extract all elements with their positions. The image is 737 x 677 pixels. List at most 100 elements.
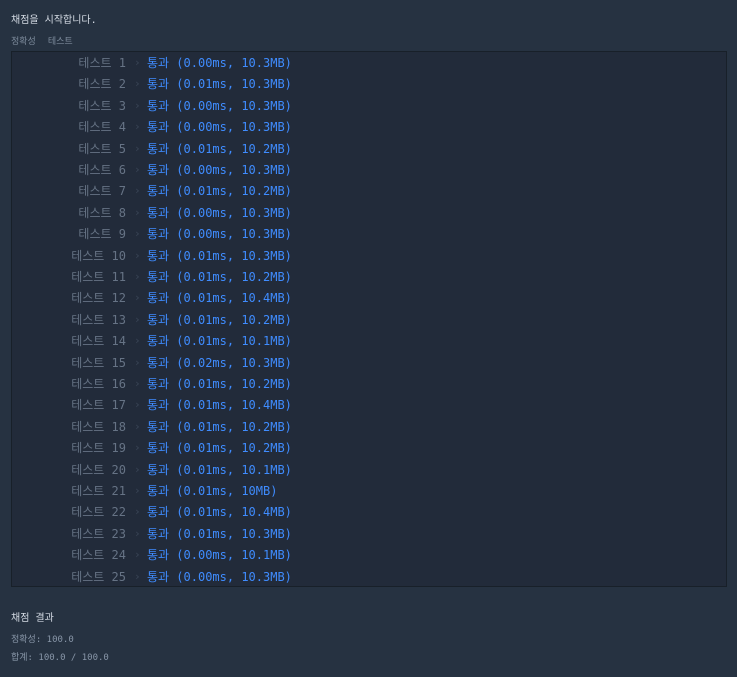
test-result-status: 통과 (0.01ms, 10.2MB): [147, 141, 292, 156]
chevron-right-icon: ›: [134, 505, 141, 519]
test-result-row: 테스트 16 › 통과 (0.01ms, 10.2MB): [12, 374, 726, 394]
test-label: 테스트 9: [78, 227, 126, 242]
chevron-right-icon: ›: [134, 227, 141, 241]
chevron-right-icon: ›: [134, 398, 141, 412]
test-result-row: 테스트 24 › 통과 (0.00ms, 10.1MB): [12, 545, 726, 565]
test-result-status: 통과 (0.01ms, 10.4MB): [147, 291, 292, 306]
test-result-status: 통과 (0.01ms, 10.2MB): [147, 184, 292, 199]
test-result-status: 통과 (0.00ms, 10.3MB): [147, 205, 292, 220]
chevron-right-icon: ›: [134, 355, 141, 369]
test-result-row: 테스트 23 › 통과 (0.01ms, 10.3MB): [12, 524, 726, 544]
test-result-row: 테스트 22 › 통과 (0.01ms, 10.4MB): [12, 502, 726, 522]
test-label: 테스트 8: [78, 205, 126, 220]
test-label: 테스트 12: [71, 291, 126, 306]
test-result-row: 테스트 5 › 통과 (0.01ms, 10.2MB): [12, 139, 726, 159]
test-label: 테스트 6: [78, 163, 126, 177]
chevron-right-icon: ›: [134, 56, 141, 69]
test-label: 테스트 17: [71, 398, 126, 413]
chevron-right-icon: ›: [134, 462, 141, 476]
test-result-row: 테스트 18 › 통과 (0.01ms, 10.2MB): [12, 417, 726, 437]
test-result-row: 테스트 10 › 통과 (0.01ms, 10.3MB): [12, 246, 726, 266]
test-label: 테스트 25: [71, 569, 126, 584]
chevron-right-icon: ›: [134, 77, 141, 91]
chevron-right-icon: ›: [134, 184, 141, 198]
test-result-status: 통과 (0.02ms, 10.3MB): [147, 355, 292, 370]
chevron-right-icon: ›: [134, 377, 141, 390]
test-result-row: 테스트 8 › 통과 (0.00ms, 10.3MB): [12, 203, 726, 223]
test-results-panel[interactable]: 테스트 1 › 통과 (0.00ms, 10.3MB) 테스트 2 › 통과 (0.01m…: [11, 51, 727, 587]
chevron-right-icon: ›: [134, 441, 141, 455]
grading-result-title: 채점 결과: [11, 613, 54, 624]
test-result-status: 통과 (0.01ms, 10.3MB): [147, 77, 292, 92]
test-result-status: 통과 (0.00ms, 10.3MB): [147, 227, 292, 242]
chevron-right-icon: ›: [134, 98, 141, 112]
test-result-row: 테스트 1 › 통과 (0.00ms, 10.3MB): [12, 53, 726, 73]
test-label: 테스트 22: [71, 505, 126, 520]
test-result-status: 통과 (0.01ms, 10.2MB): [147, 377, 292, 391]
total-score: 합계: 100.0 / 100.0: [11, 653, 109, 663]
test-result-row: 테스트 6 › 통과 (0.00ms, 10.3MB): [12, 160, 726, 180]
chevron-right-icon: ›: [134, 334, 141, 348]
section-header: 정확성 테스트: [11, 34, 85, 47]
chevron-right-icon: ›: [134, 248, 141, 262]
test-result-status: 통과 (0.01ms, 10.3MB): [147, 526, 292, 541]
chevron-right-icon: ›: [134, 484, 141, 497]
accuracy-score: 정확성: 100.0: [11, 635, 74, 645]
chevron-right-icon: ›: [134, 419, 141, 433]
test-result-status: 통과 (0.01ms, 10.2MB): [147, 270, 292, 284]
test-result-status: 통과 (0.00ms, 10.3MB): [147, 56, 292, 70]
test-label: 테스트 24: [71, 548, 126, 563]
test-result-status: 통과 (0.01ms, 10.4MB): [147, 398, 292, 413]
test-result-status: 통과 (0.01ms, 10.2MB): [147, 419, 292, 434]
test-label: 테스트 15: [71, 355, 126, 370]
test-result-row: 테스트 20 › 통과 (0.01ms, 10.1MB): [12, 460, 726, 480]
chevron-right-icon: ›: [134, 312, 141, 326]
grading-start-message: 채점을 시작합니다.: [11, 15, 97, 26]
section-subcategory: 테스트: [47, 37, 73, 47]
chevron-right-icon: ›: [134, 270, 141, 283]
test-result-row: 테스트 25 › 통과 (0.00ms, 10.3MB): [12, 567, 726, 587]
test-result-row: 테스트 2 › 통과 (0.01ms, 10.3MB): [12, 74, 726, 94]
test-result-row: 테스트 14 › 통과 (0.01ms, 10.1MB): [12, 331, 726, 351]
test-result-row: 테스트 12 › 통과 (0.01ms, 10.4MB): [12, 288, 726, 308]
test-result-status: 통과 (0.00ms, 10.3MB): [147, 98, 292, 113]
test-result-row: 테스트 7 › 통과 (0.01ms, 10.2MB): [12, 181, 726, 201]
test-result-row: 테스트 21 › 통과 (0.01ms, 10MB): [12, 481, 726, 501]
test-result-row: 테스트 4 › 통과 (0.00ms, 10.3MB): [12, 117, 726, 137]
test-result-row: 테스트 13 › 통과 (0.01ms, 10.2MB): [12, 310, 726, 330]
test-label: 테스트 4: [78, 120, 126, 135]
test-result-status: 통과 (0.00ms, 10.3MB): [147, 120, 292, 135]
section-category: 정확성: [11, 37, 36, 47]
test-label: 테스트 1: [78, 56, 126, 70]
test-label: 테스트 10: [71, 248, 126, 263]
test-label: 테스트 14: [71, 334, 126, 349]
test-result-row: 테스트 19 › 통과 (0.01ms, 10.2MB): [12, 438, 726, 458]
chevron-right-icon: ›: [134, 548, 141, 562]
chevron-right-icon: ›: [134, 163, 141, 176]
test-result-status: 통과 (0.00ms, 10.1MB): [147, 548, 292, 563]
test-result-status: 통과 (0.01ms, 10.1MB): [147, 334, 292, 349]
test-label: 테스트 23: [71, 526, 126, 541]
test-label: 테스트 5: [78, 141, 126, 156]
test-result-status: 통과 (0.01ms, 10.3MB): [147, 248, 292, 263]
test-label: 테스트 21: [71, 484, 126, 498]
test-label: 테스트 19: [71, 441, 126, 456]
test-label: 테스트 3: [78, 98, 126, 113]
grading-console: 채점을 시작합니다. 정확성 테스트 테스트 1 › 통과 (0.00ms, 10.3…: [0, 0, 737, 677]
test-result-status: 통과 (0.00ms, 10.3MB): [147, 569, 292, 584]
test-result-status: 통과 (0.00ms, 10.3MB): [147, 163, 292, 177]
chevron-right-icon: ›: [134, 205, 141, 219]
test-label: 테스트 18: [71, 419, 126, 434]
test-result-row: 테스트 11 › 통과 (0.01ms, 10.2MB): [12, 267, 726, 287]
test-result-status: 통과 (0.01ms, 10.4MB): [147, 505, 292, 520]
test-label: 테스트 16: [71, 377, 126, 391]
test-result-row: 테스트 9 › 통과 (0.00ms, 10.3MB): [12, 224, 726, 244]
chevron-right-icon: ›: [134, 526, 141, 540]
test-result-status: 통과 (0.01ms, 10.1MB): [147, 462, 292, 477]
chevron-right-icon: ›: [134, 569, 141, 583]
test-result-row: 테스트 15 › 통과 (0.02ms, 10.3MB): [12, 353, 726, 373]
test-result-row: 테스트 17 › 통과 (0.01ms, 10.4MB): [12, 395, 726, 415]
test-result-status: 통과 (0.01ms, 10.2MB): [147, 441, 292, 456]
test-label: 테스트 13: [71, 312, 126, 327]
chevron-right-icon: ›: [134, 291, 141, 305]
